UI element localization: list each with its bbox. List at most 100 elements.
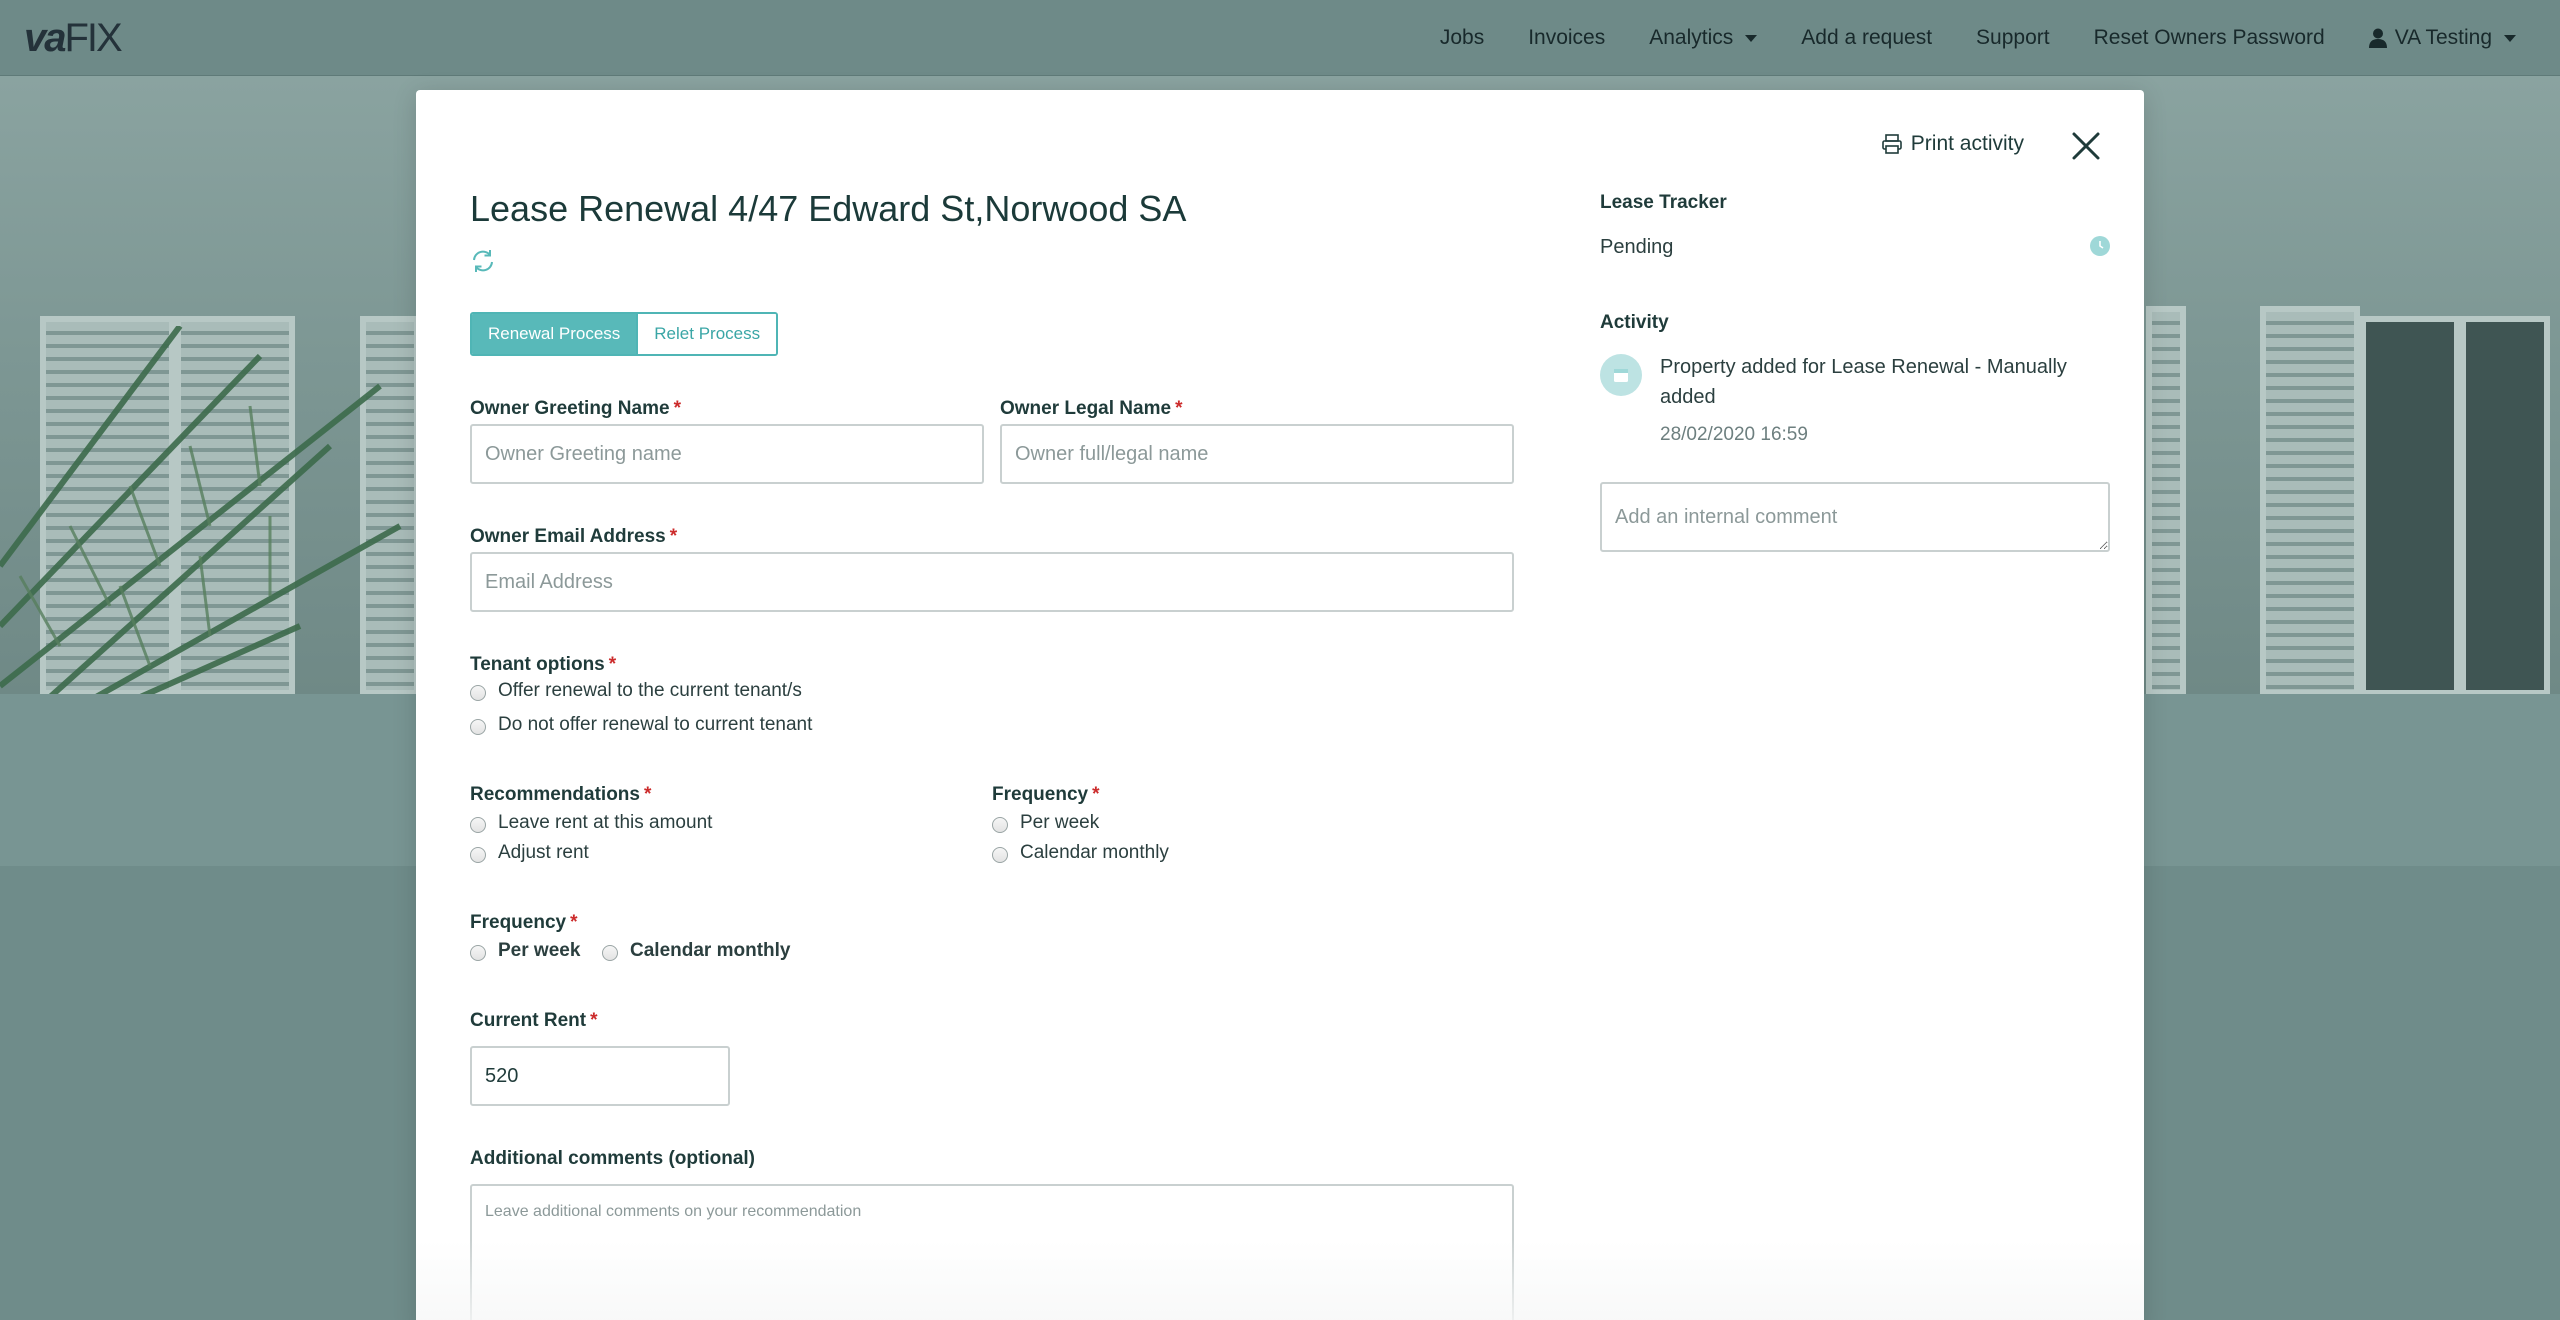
process-tabs: Renewal Process Relet Process [470, 312, 779, 356]
user-icon [2368, 28, 2387, 48]
radio-calendar-monthly[interactable] [992, 846, 1008, 863]
logo-fix-text: FIX [64, 16, 123, 60]
nav-item-invoices[interactable]: Invoices [1506, 26, 1627, 50]
recommendation-adjust-rent: Adjust rent [470, 842, 589, 864]
required-mark: * [673, 398, 681, 419]
frequency-per-week: Per week [470, 940, 580, 962]
radio-label: Offer renewal to the current tenant/s [498, 680, 802, 701]
label-text: Recommendations [470, 784, 640, 805]
radio-per-week[interactable] [470, 944, 486, 961]
owner-legal-name-input[interactable] [1000, 424, 1514, 484]
owner-greeting-label: Owner Greeting Name * [470, 398, 681, 420]
owner-greeting-name-input[interactable] [470, 424, 984, 484]
radio-label: Calendar monthly [630, 940, 791, 961]
radio-label: Per week [1020, 812, 1100, 833]
required-mark: * [570, 912, 578, 933]
nav-menu: Jobs Invoices Analytics Add a request Su… [1418, 0, 2538, 76]
radio-no-renewal[interactable] [470, 718, 486, 735]
refresh-icon[interactable] [470, 248, 496, 274]
nav-item-label: Add a request [1801, 26, 1933, 49]
caret-down-icon [1745, 34, 1758, 42]
radio-adjust-rent[interactable] [470, 846, 486, 863]
lease-tracker-status: Pending [1600, 236, 1674, 258]
clock-icon [2090, 236, 2110, 256]
background-window [2460, 316, 2550, 694]
radio-label: Per week [498, 940, 581, 961]
label-text: Current Rent [470, 1010, 587, 1031]
required-mark: * [1092, 784, 1100, 805]
tenant-options-label: Tenant options * [470, 654, 616, 676]
tab-relet-process[interactable]: Relet Process [636, 314, 777, 354]
nav-item-reset-owners-password[interactable]: Reset Owners Password [2072, 26, 2347, 50]
frequency-label: Frequency * [470, 912, 578, 934]
required-mark: * [1175, 398, 1183, 419]
label-text: Owner Greeting Name [470, 398, 670, 419]
required-mark: * [590, 1010, 598, 1031]
nav-item-label: Jobs [1439, 26, 1485, 49]
background-shutter [2260, 306, 2360, 694]
printer-icon [1881, 134, 1902, 154]
current-rent-label: Current Rent * [470, 1010, 598, 1032]
label-text: Owner Legal Name [1000, 398, 1172, 419]
calendar-icon [1600, 354, 1642, 396]
required-mark: * [643, 784, 652, 805]
frequency-right-per-week: Per week [992, 812, 1099, 834]
owner-email-input[interactable] [470, 552, 1514, 612]
lease-tracker-title: Lease Tracker [1600, 192, 1727, 213]
owner-email-label: Owner Email Address * [470, 526, 677, 548]
label-text: Tenant options [470, 654, 605, 675]
recommendations-label: Recommendations * [470, 784, 651, 806]
required-mark: * [669, 526, 678, 547]
background-shutter [2146, 306, 2186, 694]
radio-offer-renewal[interactable] [470, 684, 486, 701]
activity-item-text: Property added for Lease Renewal - Manua… [1660, 356, 2067, 408]
recommendation-leave-rent: Leave rent at this amount [470, 812, 712, 834]
caret-down-icon [2504, 34, 2516, 42]
close-icon[interactable] [2068, 128, 2104, 164]
logo-va-text: va [24, 16, 66, 60]
nav-item-label: Analytics [1649, 26, 1734, 49]
additional-comments-label: Additional comments (optional) [470, 1148, 755, 1170]
print-activity-label: Print activity [1910, 132, 2024, 155]
current-rent-input[interactable] [470, 1046, 730, 1106]
print-activity-button[interactable]: Print activity [1881, 132, 2024, 156]
radio-calendar-monthly[interactable] [602, 944, 618, 961]
radio-label: Calendar monthly [1020, 842, 1169, 863]
additional-comments-textarea[interactable] [470, 1184, 1514, 1320]
tab-renewal-process[interactable]: Renewal Process [472, 314, 637, 354]
nav-item-label: Invoices [1528, 26, 1606, 49]
nav-item-add-request[interactable]: Add a request [1779, 26, 1954, 50]
nav-item-analytics[interactable]: Analytics [1627, 26, 1779, 50]
label-text: Frequency [470, 912, 567, 933]
internal-comment-textarea[interactable] [1600, 482, 2110, 552]
activity-title: Activity [1600, 312, 1669, 333]
nav-item-user-menu[interactable]: VA Testing [2347, 26, 2538, 50]
nav-item-jobs[interactable]: Jobs [1418, 26, 1506, 50]
radio-label: Adjust rent [498, 842, 589, 863]
nav-item-label: Support [1976, 26, 2050, 49]
label-text: Frequency [992, 784, 1089, 805]
activity-item-timestamp: 28/02/2020 16:59 [1660, 424, 1808, 445]
nav-item-label: VA Testing [2394, 26, 2492, 49]
frequency-calendar-monthly: Calendar monthly [602, 940, 790, 962]
required-mark: * [608, 654, 617, 675]
nav-item-label: Reset Owners Password [2093, 26, 2325, 49]
vafix-logo[interactable]: va FIX [24, 16, 123, 60]
page-title: Lease Renewal 4/47 Edward St,Norwood SA [470, 188, 1187, 229]
palm-leaves-image [0, 326, 402, 694]
radio-label: Do not offer renewal to current tenant [498, 714, 813, 735]
label-text: Owner Email Address [470, 526, 666, 547]
owner-legal-label: Owner Legal Name * [1000, 398, 1182, 420]
radio-leave-rent[interactable] [470, 816, 486, 833]
background-window [2360, 316, 2460, 694]
frequency-right-calendar-monthly: Calendar monthly [992, 842, 1169, 864]
lease-renewal-modal: Print activity Lease Renewal 4/47 Edward… [416, 90, 2144, 1320]
radio-label: Leave rent at this amount [498, 812, 713, 833]
frequency-right-label: Frequency * [992, 784, 1100, 806]
radio-per-week[interactable] [992, 816, 1008, 833]
tenant-option-offer-renewal: Offer renewal to the current tenant/s [470, 680, 802, 702]
nav-item-support[interactable]: Support [1954, 26, 2072, 50]
label-text: Additional comments (optional) [470, 1148, 755, 1169]
top-navbar: va FIX Jobs Invoices Analytics Add a requ… [0, 0, 2560, 76]
tenant-option-no-renewal: Do not offer renewal to current tenant [470, 714, 812, 736]
